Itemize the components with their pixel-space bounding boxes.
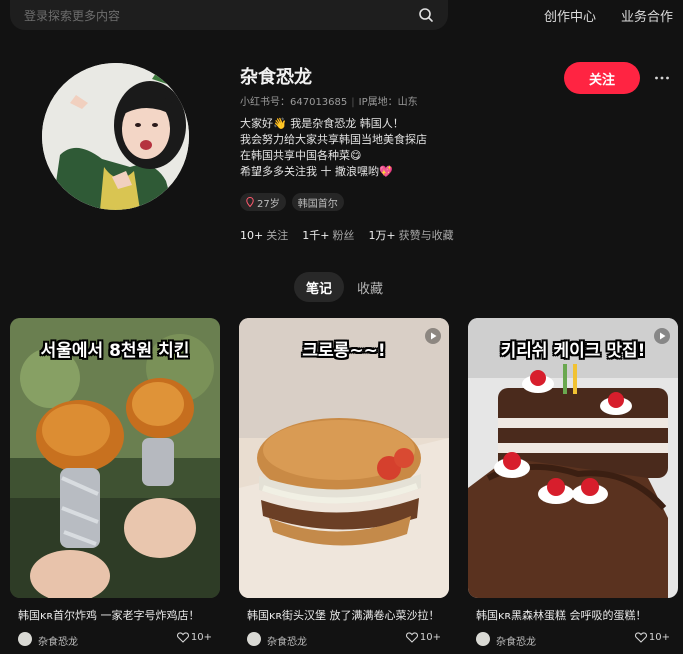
nav-creator-center[interactable]: 创作中心 xyxy=(544,6,596,25)
note-cover[interactable]: 키리쉬 케이크 맛집! xyxy=(468,318,678,598)
stat-followers-label: 粉丝 xyxy=(332,229,355,242)
tag-age: 27岁 xyxy=(240,193,286,211)
note-cover[interactable]: 서울에서 8천원 치킨 xyxy=(10,318,220,598)
like-count: 10+ xyxy=(419,632,441,643)
bio-line: 在韩国共享中国各种菜😋 xyxy=(240,149,362,162)
tab-notes[interactable]: 笔记 xyxy=(294,272,344,302)
stat-likes-num: 1万+ xyxy=(368,229,396,242)
video-play-icon xyxy=(425,328,441,344)
stat-followers[interactable]: 1千+ 粉丝 xyxy=(302,227,354,243)
profile-meta: 小红书号：647013685 | IP属地：山东 xyxy=(240,93,418,108)
bio-line: 大家好👋 我是杂食恐龙 韩国人！ xyxy=(240,117,404,130)
note-footer: 杂食恐龙 10+ xyxy=(476,630,670,650)
stat-following[interactable]: 10+ 关注 xyxy=(240,227,288,243)
note-title[interactable]: 韩国ᴋʀ街头汉堡 放了满满卷心菜沙拉！ xyxy=(247,608,441,624)
search-input[interactable]: 登录探索更多内容 xyxy=(24,7,418,24)
note-title[interactable]: 韩国ᴋʀ首尔炸鸡 一家老字号炸鸡店！ xyxy=(18,608,212,624)
search-bar[interactable]: 登录探索更多内容 xyxy=(10,0,448,30)
author-avatar[interactable] xyxy=(247,632,261,646)
profile-bio: 大家好👋 我是杂食恐龙 韩国人！ 我会努力给大家共享韩国当地美食探店 在韩国共享… xyxy=(240,116,427,180)
bio-line: 我会努力给大家共享韩国当地美食探店 xyxy=(240,133,427,146)
stat-following-num: 10+ xyxy=(240,229,264,242)
profile-ip: IP属地：山东 xyxy=(358,97,418,108)
author-name[interactable]: 杂食恐龙 xyxy=(38,633,78,648)
heart-icon xyxy=(405,632,418,643)
meta-divider: | xyxy=(351,97,355,108)
bio-line: 希望多多关注我 十 撒浪嘿哟💖 xyxy=(240,165,393,178)
note-footer: 杂食恐龙 10+ xyxy=(247,630,441,650)
author-avatar[interactable] xyxy=(476,632,490,646)
tag-age-label: 27岁 xyxy=(257,198,280,210)
video-play-icon xyxy=(654,328,670,344)
like-count: 10+ xyxy=(190,632,212,643)
note-footer: 杂食恐龙 10+ xyxy=(18,630,212,650)
profile-tags: 27岁 韩国首尔 xyxy=(240,193,344,211)
location-pin-icon xyxy=(246,197,254,207)
author-name[interactable]: 杂食恐龙 xyxy=(496,633,536,648)
profile-page: 登录探索更多内容 创作中心 业务合作 杂食恐龙 小红书号：647013685 |… xyxy=(0,0,683,654)
like-button[interactable]: 10+ xyxy=(405,632,441,643)
author-avatar[interactable] xyxy=(18,632,32,646)
like-button[interactable]: 10+ xyxy=(176,632,212,643)
note-cover[interactable]: 크로롱~~! xyxy=(239,318,449,598)
more-options-icon[interactable] xyxy=(654,70,670,86)
profile-avatar[interactable] xyxy=(42,63,189,210)
note-card[interactable]: 서울에서 8천원 치킨 韩国ᴋʀ首尔炸鸡 一家老字号炸鸡店！ 杂食恐龙 10+ xyxy=(10,318,220,650)
heart-icon xyxy=(176,632,189,643)
note-cover-caption: 서울에서 8천원 치킨 xyxy=(40,341,190,361)
stat-likes[interactable]: 1万+ 获赞与收藏 xyxy=(368,227,453,243)
note-cover-caption: 키리쉬 케이크 맛집! xyxy=(500,341,646,361)
stat-likes-label: 获赞与收藏 xyxy=(398,229,454,242)
like-button[interactable]: 10+ xyxy=(634,632,670,643)
note-card[interactable]: 키리쉬 케이크 맛집! 韩国ᴋʀ黑森林蛋糕 会呼吸的蛋糕！ 杂食恐龙 10+ xyxy=(468,318,678,650)
profile-stats: 10+ 关注 1千+ 粉丝 1万+ 获赞与收藏 xyxy=(240,227,454,243)
note-cover-caption: 크로롱~~! xyxy=(302,341,386,361)
stat-followers-num: 1千+ xyxy=(302,229,330,242)
note-title[interactable]: 韩国ᴋʀ黑森林蛋糕 会呼吸的蛋糕！ xyxy=(476,608,670,624)
search-icon[interactable] xyxy=(418,7,434,23)
heart-icon xyxy=(634,632,647,643)
tab-collect[interactable]: 收藏 xyxy=(348,272,392,302)
tag-location-label: 韩国首尔 xyxy=(297,198,338,210)
stat-following-label: 关注 xyxy=(266,229,289,242)
nav-business[interactable]: 业务合作 xyxy=(621,6,673,25)
follow-button[interactable]: 关注 xyxy=(564,62,640,94)
author-name[interactable]: 杂食恐龙 xyxy=(267,633,307,648)
note-card[interactable]: 크로롱~~! 韩国ᴋʀ街头汉堡 放了满满卷心菜沙拉！ 杂食恐龙 10+ xyxy=(239,318,449,650)
like-count: 10+ xyxy=(648,632,670,643)
tag-location: 韩国首尔 xyxy=(291,193,344,211)
profile-name: 杂食恐龙 xyxy=(240,67,312,88)
profile-id: 小红书号：647013685 xyxy=(240,97,348,108)
